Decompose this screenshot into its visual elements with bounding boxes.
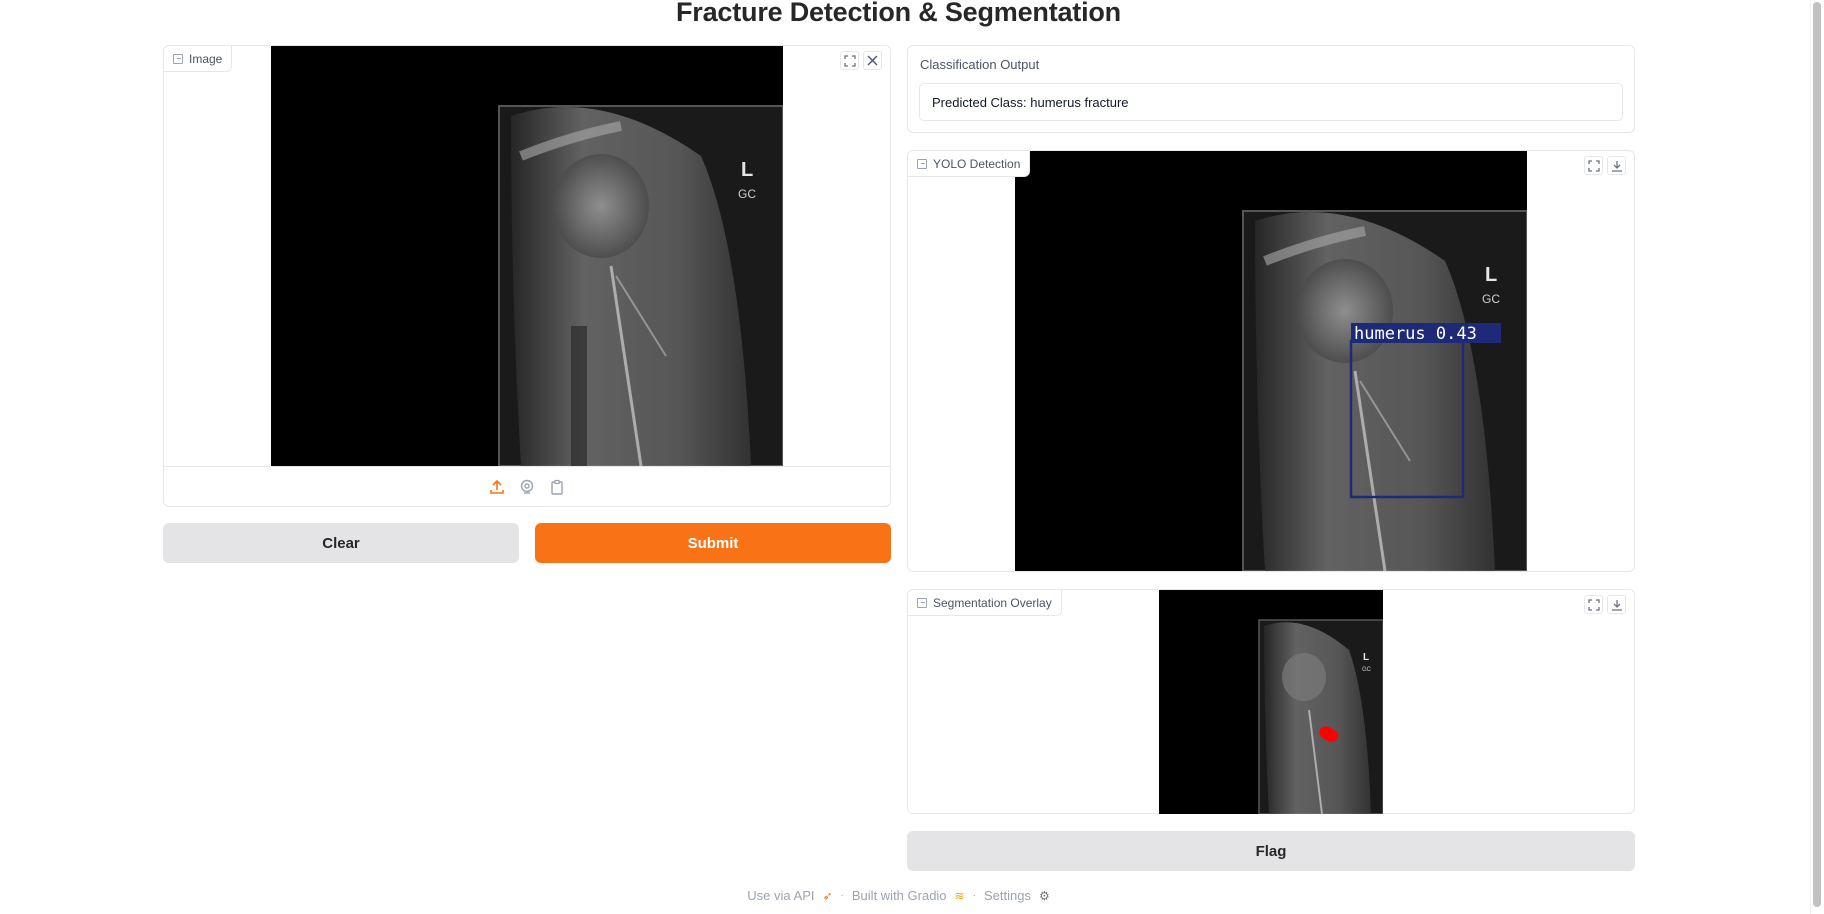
classification-output-block: Classification Output Predicted Class: h… — [907, 45, 1635, 133]
page-title: Fracture Detection & Segmentation — [676, 0, 1121, 27]
scrollbar-thumb[interactable] — [1813, 2, 1821, 907]
fullscreen-icon — [1587, 598, 1600, 611]
fullscreen-button[interactable] — [840, 51, 859, 70]
webcam-icon — [520, 479, 534, 494]
upload-button[interactable] — [487, 477, 507, 497]
clear-button[interactable]: Clear — [163, 523, 519, 563]
settings-link[interactable]: Settings — [984, 888, 1031, 903]
xray-marker-initials: GC — [1482, 292, 1500, 306]
input-xray-image[interactable]: L GC — [271, 46, 783, 466]
upload-icon — [490, 479, 504, 494]
submit-button[interactable]: Submit — [535, 523, 891, 563]
fullscreen-icon — [1587, 159, 1600, 172]
footer: Use via API ➶ · Built with Gradio ≋ · Se… — [0, 888, 1797, 903]
close-icon — [867, 55, 878, 66]
xray-marker-letter: L — [741, 159, 753, 181]
input-image-block: Image L GC — [163, 45, 891, 507]
fullscreen-icon — [843, 54, 856, 67]
xray-marker-letter: L — [1363, 652, 1369, 663]
segmentation-download-button[interactable] — [1607, 595, 1626, 614]
segmentation-fullscreen-button[interactable] — [1584, 595, 1603, 614]
segmentation-label: Segmentation Overlay — [933, 595, 1052, 610]
classification-label: Classification Output — [920, 57, 1040, 72]
input-image-label: Image — [189, 51, 223, 66]
xray-marker-letter: L — [1485, 264, 1497, 286]
clipboard-button[interactable] — [547, 477, 567, 497]
image-icon — [917, 158, 927, 169]
yolo-label: YOLO Detection — [933, 156, 1021, 171]
gradio-logo-icon: ≋ — [954, 888, 965, 903]
footer-separator: · — [840, 890, 844, 901]
gear-icon: ⚙ — [1038, 888, 1050, 903]
yolo-label-chip: YOLO Detection — [908, 151, 1031, 177]
scrollbar-track[interactable] — [1810, 0, 1824, 914]
footer-separator: · — [972, 890, 976, 901]
download-icon — [1611, 160, 1622, 172]
image-icon — [917, 597, 927, 608]
clipboard-icon — [551, 479, 563, 495]
rocket-icon: ➶ — [822, 888, 833, 903]
xray-marker-initials: GC — [1362, 667, 1372, 673]
yolo-download-button[interactable] — [1607, 156, 1626, 175]
classification-textbox[interactable]: Predicted Class: humerus fracture — [919, 83, 1623, 121]
image-icon — [173, 53, 183, 64]
segmentation-overlay-block: Segmentation Overlay L GC — [907, 589, 1635, 814]
segmentation-label-chip: Segmentation Overlay — [908, 590, 1062, 616]
input-image-label-chip: Image — [164, 46, 233, 72]
remove-image-button[interactable] — [863, 51, 882, 70]
yolo-detection-block: YOLO Detection L GC humerus 0.43 — [907, 150, 1635, 572]
segmentation-xray-image: L GC — [1159, 590, 1383, 814]
yolo-xray-image: L GC humerus 0.43 — [1015, 151, 1527, 571]
xray-marker-initials: GC — [738, 187, 756, 201]
built-with-gradio-link[interactable]: Built with Gradio — [852, 888, 947, 903]
flag-button[interactable]: Flag — [907, 831, 1635, 871]
use-via-api-link[interactable]: Use via API — [747, 888, 814, 903]
webcam-button[interactable] — [517, 477, 537, 497]
image-source-bar — [164, 466, 890, 506]
detection-label: humerus 0.43 — [1354, 324, 1477, 344]
yolo-fullscreen-button[interactable] — [1584, 156, 1603, 175]
download-icon — [1611, 599, 1622, 611]
